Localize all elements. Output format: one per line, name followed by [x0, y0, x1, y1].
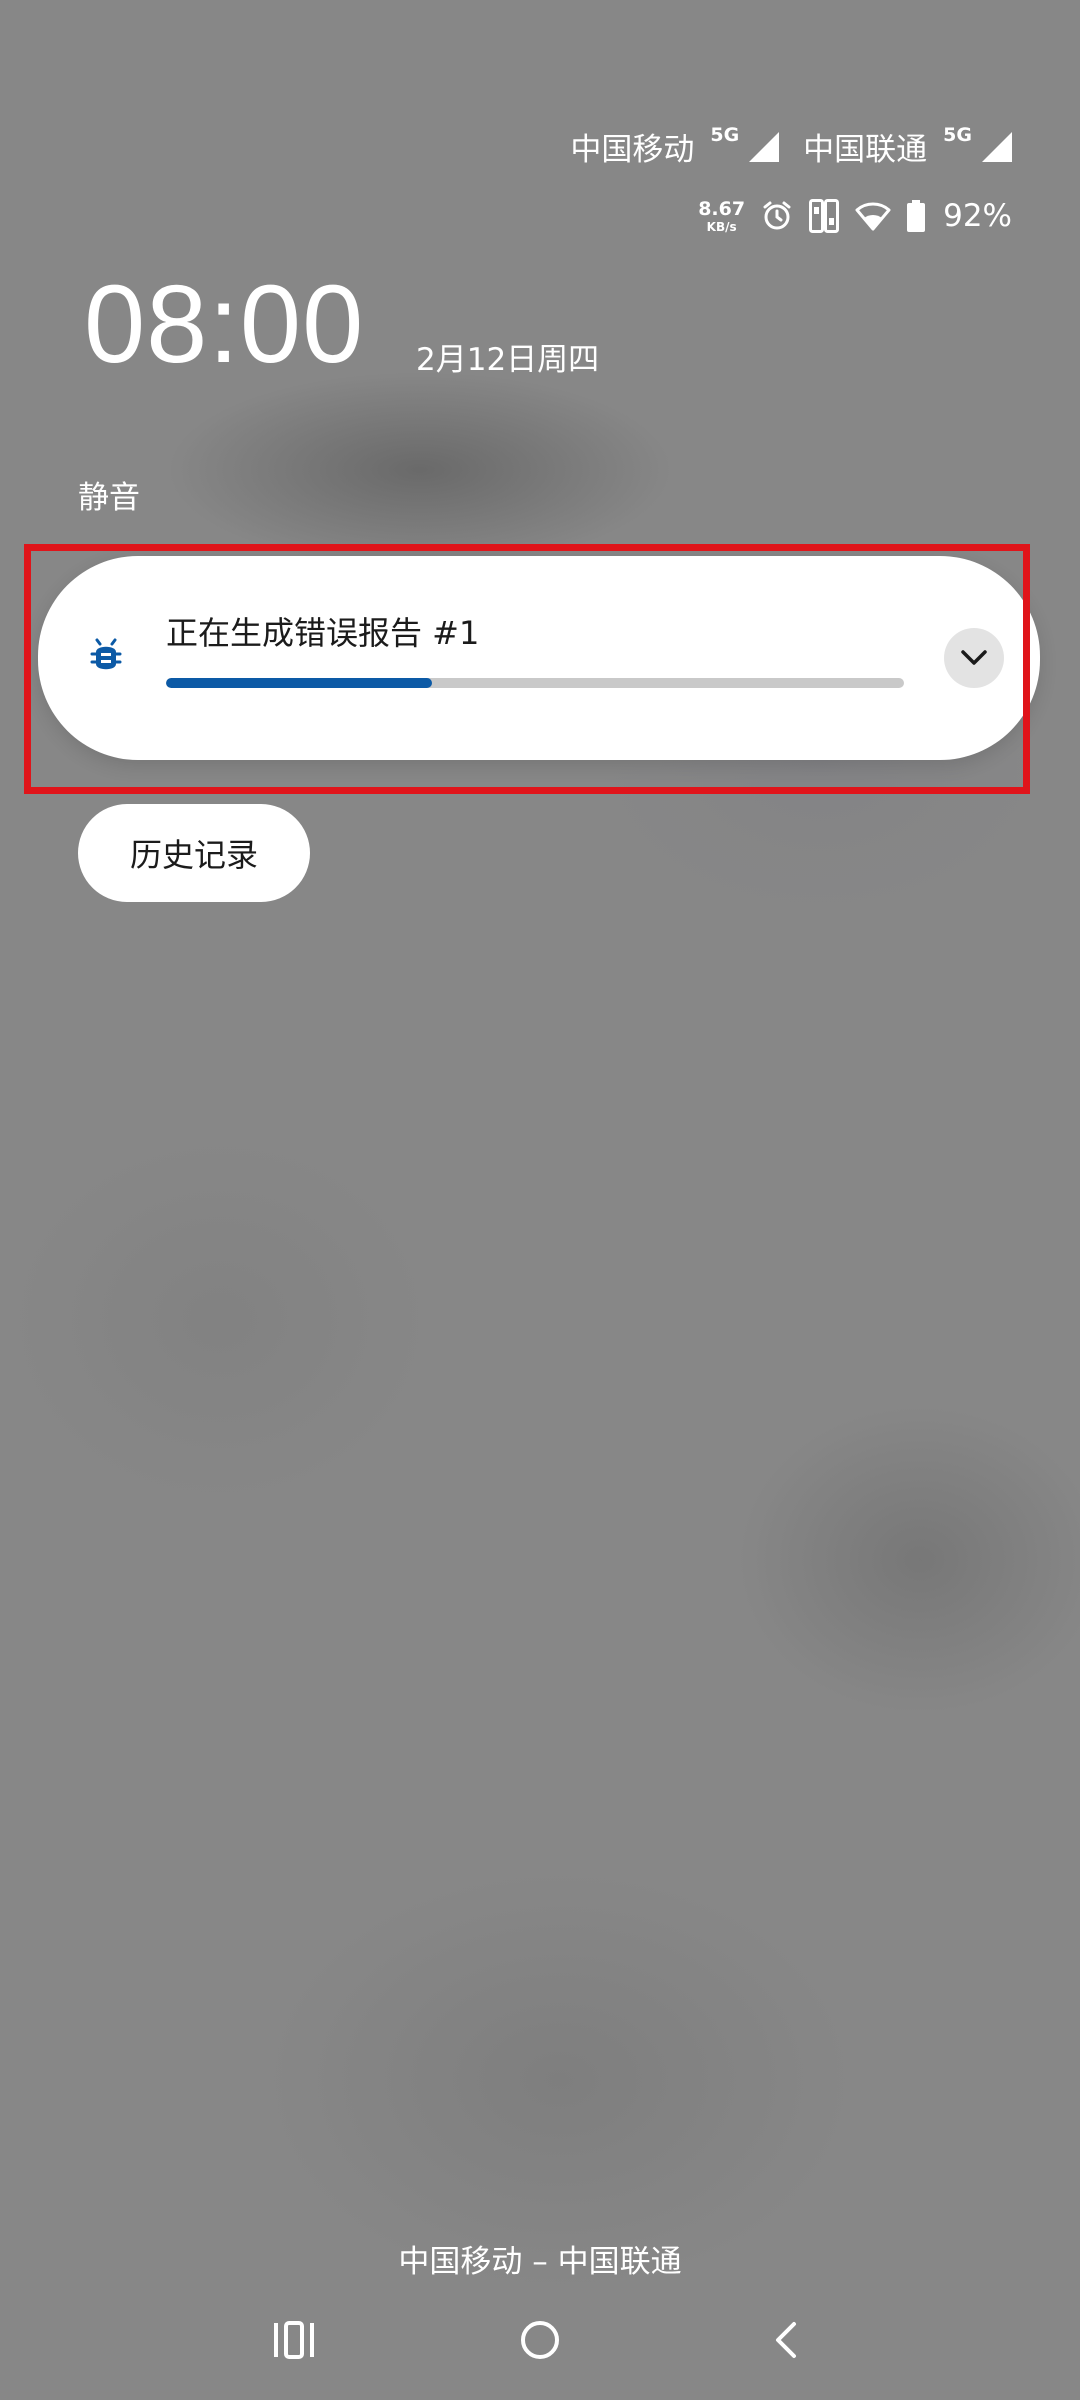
navigation-bar [0, 2310, 1080, 2370]
lockscreen-carrier-text: 中国移动 – 中国联通 [398, 2244, 682, 2280]
back-icon [776, 2322, 796, 2358]
signal-icon [749, 131, 780, 162]
carrier-1-name: 中国移动 [570, 132, 695, 168]
battery-icon [907, 200, 926, 232]
notification-title: 正在生成错误报告 #1 [166, 614, 480, 652]
alarm-icon [763, 201, 791, 230]
signal-icon [982, 131, 1012, 162]
notification-history-button[interactable]: 历史记录 [78, 804, 310, 902]
wifi-icon [855, 202, 891, 231]
expand-notification-button[interactable] [944, 628, 1004, 688]
chevron-down-icon [961, 650, 987, 665]
recents-button[interactable] [264, 2310, 324, 2370]
bug-report-notification[interactable]: 正在生成错误报告 #1 [38, 556, 1040, 760]
bug-report-icon [90, 638, 122, 670]
carrier-2-network-type: 5G [943, 123, 972, 146]
home-button[interactable] [510, 2310, 570, 2370]
network-speed-unit: KB/s [706, 219, 737, 234]
lockscreen-date: 2月12日周四 [416, 342, 600, 378]
progress-bar-fill [166, 678, 432, 688]
carrier-1-network-type: 5G [710, 123, 740, 146]
carrier-2-name: 中国联通 [803, 132, 928, 168]
network-speed: 8.67 KB/s [698, 197, 746, 234]
lockscreen-clock: 08:00 [84, 263, 365, 386]
notification-section-label: 静音 [78, 480, 140, 516]
network-speed-value: 8.67 [698, 197, 746, 220]
bug-report-progress-bar [166, 678, 904, 688]
home-icon [521, 2321, 559, 2359]
status-bar-icons: 8.67 KB/s 92% [698, 198, 1012, 234]
back-button[interactable] [756, 2310, 816, 2370]
dual-sim-icon [809, 199, 840, 233]
status-bar-carriers: 中国移动 5G 中国联通 5G [556, 124, 1012, 169]
battery-percentage: 92% [943, 198, 1012, 234]
recents-icon [274, 2321, 314, 2359]
